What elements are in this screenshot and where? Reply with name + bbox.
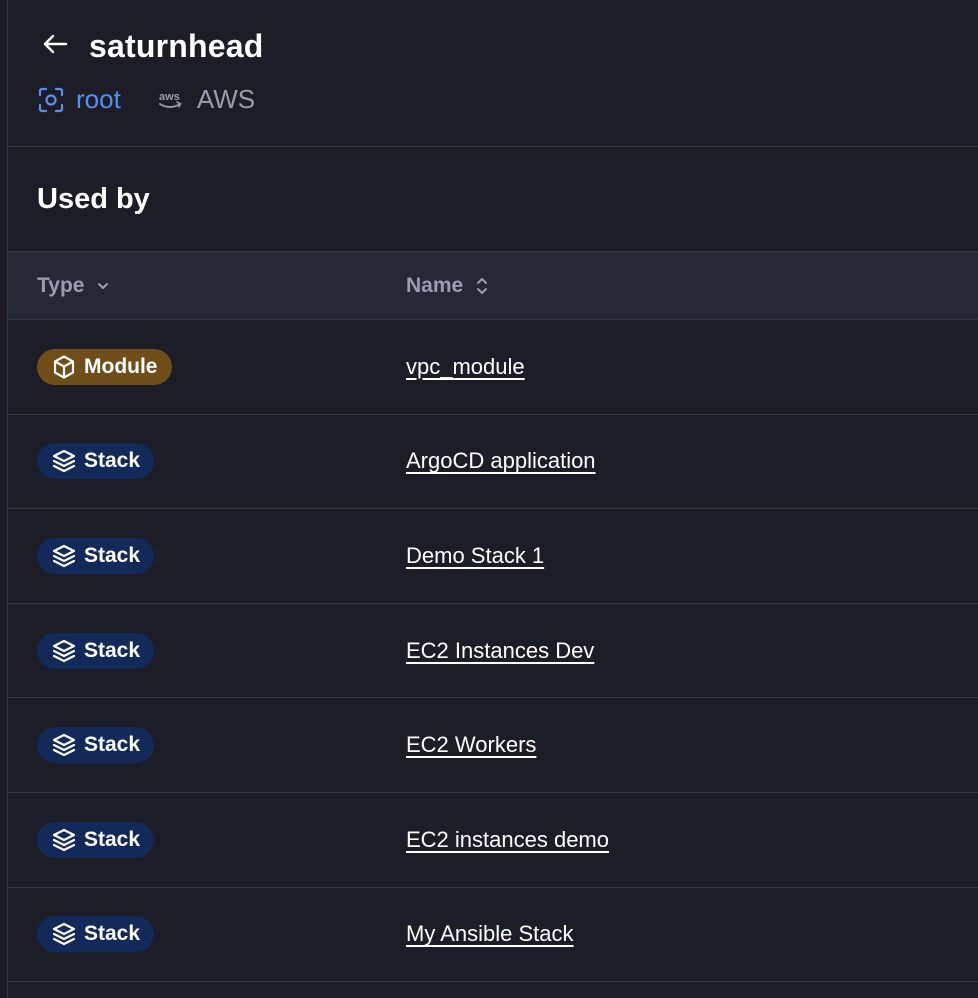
back-button[interactable] bbox=[42, 29, 74, 65]
table-row: Stack EC2 Instances Dev bbox=[8, 604, 978, 699]
page-title: saturnhead bbox=[89, 28, 264, 64]
title-row: saturnhead bbox=[42, 28, 263, 65]
table-row: Stack EC2 instances demo bbox=[8, 793, 978, 888]
layers-icon bbox=[51, 448, 77, 474]
table-row: Stack ArgoCD application bbox=[8, 415, 978, 510]
table-row: Stack Demo Stack 1 bbox=[8, 509, 978, 604]
column-header-type-label: Type bbox=[37, 273, 85, 297]
stack-type-badge: Stack bbox=[37, 821, 155, 858]
type-badge-label: Stack bbox=[84, 449, 141, 473]
space-link[interactable]: root bbox=[38, 84, 121, 115]
layers-icon bbox=[51, 827, 77, 853]
row-name-link[interactable]: My Ansible Stack bbox=[406, 921, 574, 947]
type-badge-label: Stack bbox=[84, 922, 141, 946]
column-header-type[interactable]: Type bbox=[37, 274, 110, 298]
type-badge-label: Stack bbox=[84, 733, 141, 757]
layers-icon bbox=[51, 543, 77, 569]
table-header: Type Name bbox=[8, 252, 978, 320]
row-name-link[interactable]: Demo Stack 1 bbox=[406, 543, 544, 569]
aws-icon: aws bbox=[157, 88, 185, 112]
column-header-name[interactable]: Name bbox=[406, 274, 489, 298]
type-badge-label: Stack bbox=[84, 543, 141, 567]
sort-icon bbox=[475, 275, 489, 297]
stack-type-badge: Stack bbox=[37, 916, 155, 953]
column-header-name-label: Name bbox=[406, 273, 464, 297]
layers-icon bbox=[51, 732, 77, 758]
type-badge-label: Stack bbox=[84, 827, 141, 851]
stack-type-badge: Stack bbox=[37, 632, 155, 669]
arrow-left-icon bbox=[42, 33, 68, 60]
space-icon bbox=[38, 87, 64, 113]
row-name-link[interactable]: ArgoCD application bbox=[406, 448, 596, 474]
space-label: root bbox=[76, 84, 121, 114]
table-row: Stack My Ansible Stack bbox=[8, 888, 978, 983]
type-badge-label: Module bbox=[84, 354, 158, 378]
table-body: Module vpc_module Stack ArgoCD application S… bbox=[8, 320, 978, 983]
page-header: saturnhead root aws AWS bbox=[8, 0, 978, 147]
layers-icon bbox=[51, 921, 77, 947]
layers-icon bbox=[51, 638, 77, 664]
stack-type-badge: Stack bbox=[37, 443, 155, 480]
table-row: Module vpc_module bbox=[8, 320, 978, 415]
section-title: Used by bbox=[8, 147, 978, 252]
row-name-link[interactable]: EC2 Workers bbox=[406, 732, 536, 758]
provider-label: AWS bbox=[196, 84, 256, 114]
chevron-down-icon bbox=[96, 281, 110, 291]
row-name-link[interactable]: EC2 instances demo bbox=[406, 827, 609, 853]
meta-row: root aws AWS bbox=[38, 84, 255, 115]
cube-icon bbox=[51, 354, 77, 380]
stack-type-badge: Stack bbox=[37, 537, 155, 574]
module-type-badge: Module bbox=[37, 348, 172, 385]
row-name-link[interactable]: vpc_module bbox=[406, 354, 525, 380]
row-name-link[interactable]: EC2 Instances Dev bbox=[406, 638, 594, 664]
table-row: Stack EC2 Workers bbox=[8, 698, 978, 793]
provider-info: aws AWS bbox=[157, 84, 255, 115]
type-badge-label: Stack bbox=[84, 638, 141, 662]
svg-text:aws: aws bbox=[159, 91, 180, 103]
page: saturnhead root aws AWS Used by Type Nam… bbox=[7, 0, 978, 998]
stack-type-badge: Stack bbox=[37, 727, 155, 764]
